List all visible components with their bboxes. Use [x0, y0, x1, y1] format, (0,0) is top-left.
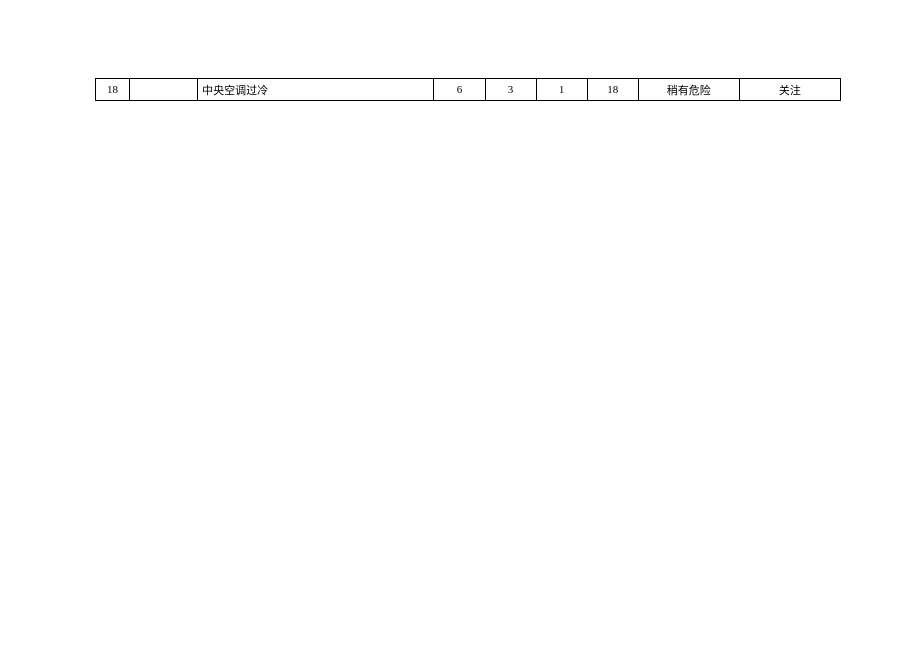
cell-val1: 6 — [434, 79, 485, 101]
cell-action: 关注 — [739, 79, 840, 101]
cell-val3: 1 — [536, 79, 587, 101]
cell-val4: 18 — [587, 79, 638, 101]
cell-risk: 稍有危险 — [638, 79, 739, 101]
risk-table-container: 18 中央空调过冷 6 3 1 18 稍有危险 关注 — [95, 78, 841, 101]
risk-table: 18 中央空调过冷 6 3 1 18 稍有危险 关注 — [95, 78, 841, 101]
cell-val2: 3 — [485, 79, 536, 101]
cell-description: 中央空调过冷 — [198, 79, 434, 101]
cell-num: 18 — [96, 79, 130, 101]
table-row: 18 中央空调过冷 6 3 1 18 稍有危险 关注 — [96, 79, 841, 101]
cell-col2 — [130, 79, 198, 101]
